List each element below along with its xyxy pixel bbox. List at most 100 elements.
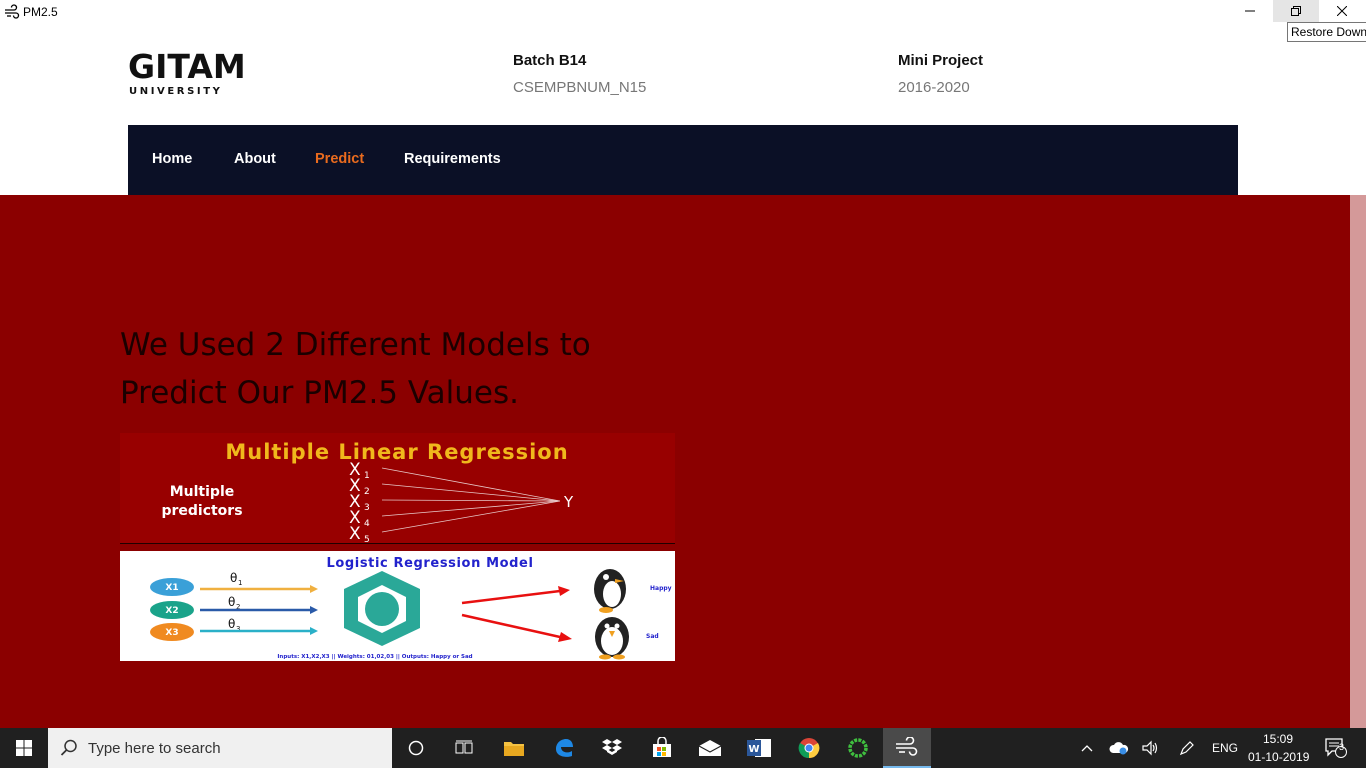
word-button[interactable]: W [735,728,783,768]
mlr-input-sub: 1 [364,471,370,481]
mail-button[interactable] [686,728,734,768]
heading-line-2: Predict Our PM2.5 Values. [120,375,520,411]
heading-line-1: We Used 2 Different Models to [120,327,591,363]
file-explorer-button[interactable] [490,728,538,768]
chevron-up-icon [1081,745,1093,752]
nav-predict[interactable]: Predict [315,151,364,167]
close-button[interactable] [1319,0,1365,22]
store-bag-icon [653,737,671,757]
logreg-diagram: Logistic Regression Model X1 X2 X3 θ 1 θ… [120,551,675,661]
search-icon [60,739,77,756]
windows-logo-icon [16,740,32,756]
page-heading: We Used 2 Different Models to Predict Ou… [120,321,740,417]
edge-browser-icon [556,739,573,757]
happy-penguin-icon [594,569,626,613]
mlr-input-sub: 4 [364,519,370,529]
output-happy-label: Happy [650,585,672,592]
task-view-button[interactable] [440,728,488,768]
weight-label: θ [228,595,235,609]
logo-subtitle: UNIVERSITY [129,86,223,97]
mlr-lines [381,467,561,533]
speaker-icon [1142,740,1158,756]
folder-icon [504,742,524,756]
nav-about[interactable]: About [234,151,276,167]
project-years: 2016-2020 [898,79,970,96]
windows-taskbar: Type here to search W ENG 15:09 01-10-20… [0,728,1366,768]
clock-time[interactable]: 15:09 [1263,732,1293,746]
weight-sub: 1 [238,579,242,587]
pen-icon [1179,741,1194,756]
project-title: Mini Project [898,52,984,69]
cortana-icon [408,740,424,756]
edge-button[interactable] [540,728,588,768]
window-titlebar: PM2.5 [0,0,1366,24]
notification-count: 3 [1339,742,1345,752]
restore-button[interactable] [1273,0,1319,22]
input-language[interactable]: ENG [1212,741,1238,755]
restore-tooltip: Restore Down [1287,22,1366,42]
logo-title[interactable]: GITAM [128,49,246,85]
weight-label: θ [228,617,235,631]
site-header: GITAM UNIVERSITY Batch B14 CSEMPBNUM_N15… [128,24,1238,125]
mlr-output: Y [563,493,574,511]
wind-icon [5,4,20,19]
weight-label: θ [230,571,237,585]
taskbar-search-box[interactable]: Type here to search [48,728,392,768]
wind-icon [896,737,918,756]
window-title: PM2.5 [23,5,58,19]
app-ring-button[interactable] [834,728,882,768]
clock-date[interactable]: 01-10-2019 [1248,750,1309,764]
notification-icon [1325,738,1347,758]
page-scrollbar[interactable] [1350,195,1366,728]
output-arrows [461,586,572,642]
chrome-icon [798,738,820,759]
cloud-sync-icon [1109,742,1129,755]
store-button[interactable] [638,728,686,768]
task-view-icon [455,740,473,754]
mlr-diagram: Multiple Linear Regression Multiple pred… [120,433,675,545]
start-button[interactable] [0,728,48,768]
dropbox-button[interactable] [588,728,636,768]
batch-title: Batch B14 [513,52,587,69]
mlr-left-line1: Multiple [170,484,235,500]
mail-envelope-icon [698,740,722,756]
weight-arrows [200,585,318,635]
action-center-button[interactable]: 3 [1316,728,1356,768]
predict-section: We Used 2 Different Models to Predict Ou… [0,195,1350,728]
logreg-diagram-svg: Logistic Regression Model X1 X2 X3 θ 1 θ… [150,556,672,660]
minimize-icon [1245,10,1255,12]
search-placeholder: Type here to search [88,740,221,757]
input-x3-label: X3 [165,628,178,638]
show-hidden-icons-button[interactable] [1076,728,1098,768]
onedrive-tray-button[interactable] [1106,728,1132,768]
logreg-title: Logistic Regression Model [326,556,533,571]
word-icon: W [747,739,771,757]
main-nav: Home About Predict Requirements [128,125,1238,195]
nav-home[interactable]: Home [152,151,192,167]
output-sad-label: Sad [646,633,659,640]
volume-tray-button[interactable] [1138,728,1164,768]
dropbox-icon [602,739,622,755]
pm25-app-button[interactable] [883,728,931,768]
chrome-button[interactable] [785,728,833,768]
pen-tray-button[interactable] [1174,728,1200,768]
sad-penguin-icon [595,617,629,660]
mlr-input-sub: 3 [364,503,370,513]
sigmoid-hexagon [344,571,420,646]
mlr-diagram-svg: Multiple Linear Regression Multiple pred… [161,440,574,545]
green-ring-icon [848,738,868,758]
restore-icon [1291,6,1301,16]
nav-requirements[interactable]: Requirements [404,151,501,167]
mlr-input-sub: 5 [364,535,370,543]
input-x2-label: X2 [165,606,178,616]
minimize-button[interactable] [1227,0,1273,22]
input-x1-label: X1 [165,583,178,593]
cortana-button[interactable] [392,728,440,768]
close-icon [1337,6,1347,16]
mlr-left-line2: predictors [161,503,242,519]
mlr-input-x: X [349,524,361,543]
mlr-title: Multiple Linear Regression [225,440,568,464]
mlr-input-sub: 2 [364,487,370,497]
batch-code: CSEMPBNUM_N15 [513,79,647,96]
logreg-caption: Inputs: X1,X2,X3 || Weights: 01,02,03 ||… [277,654,472,660]
